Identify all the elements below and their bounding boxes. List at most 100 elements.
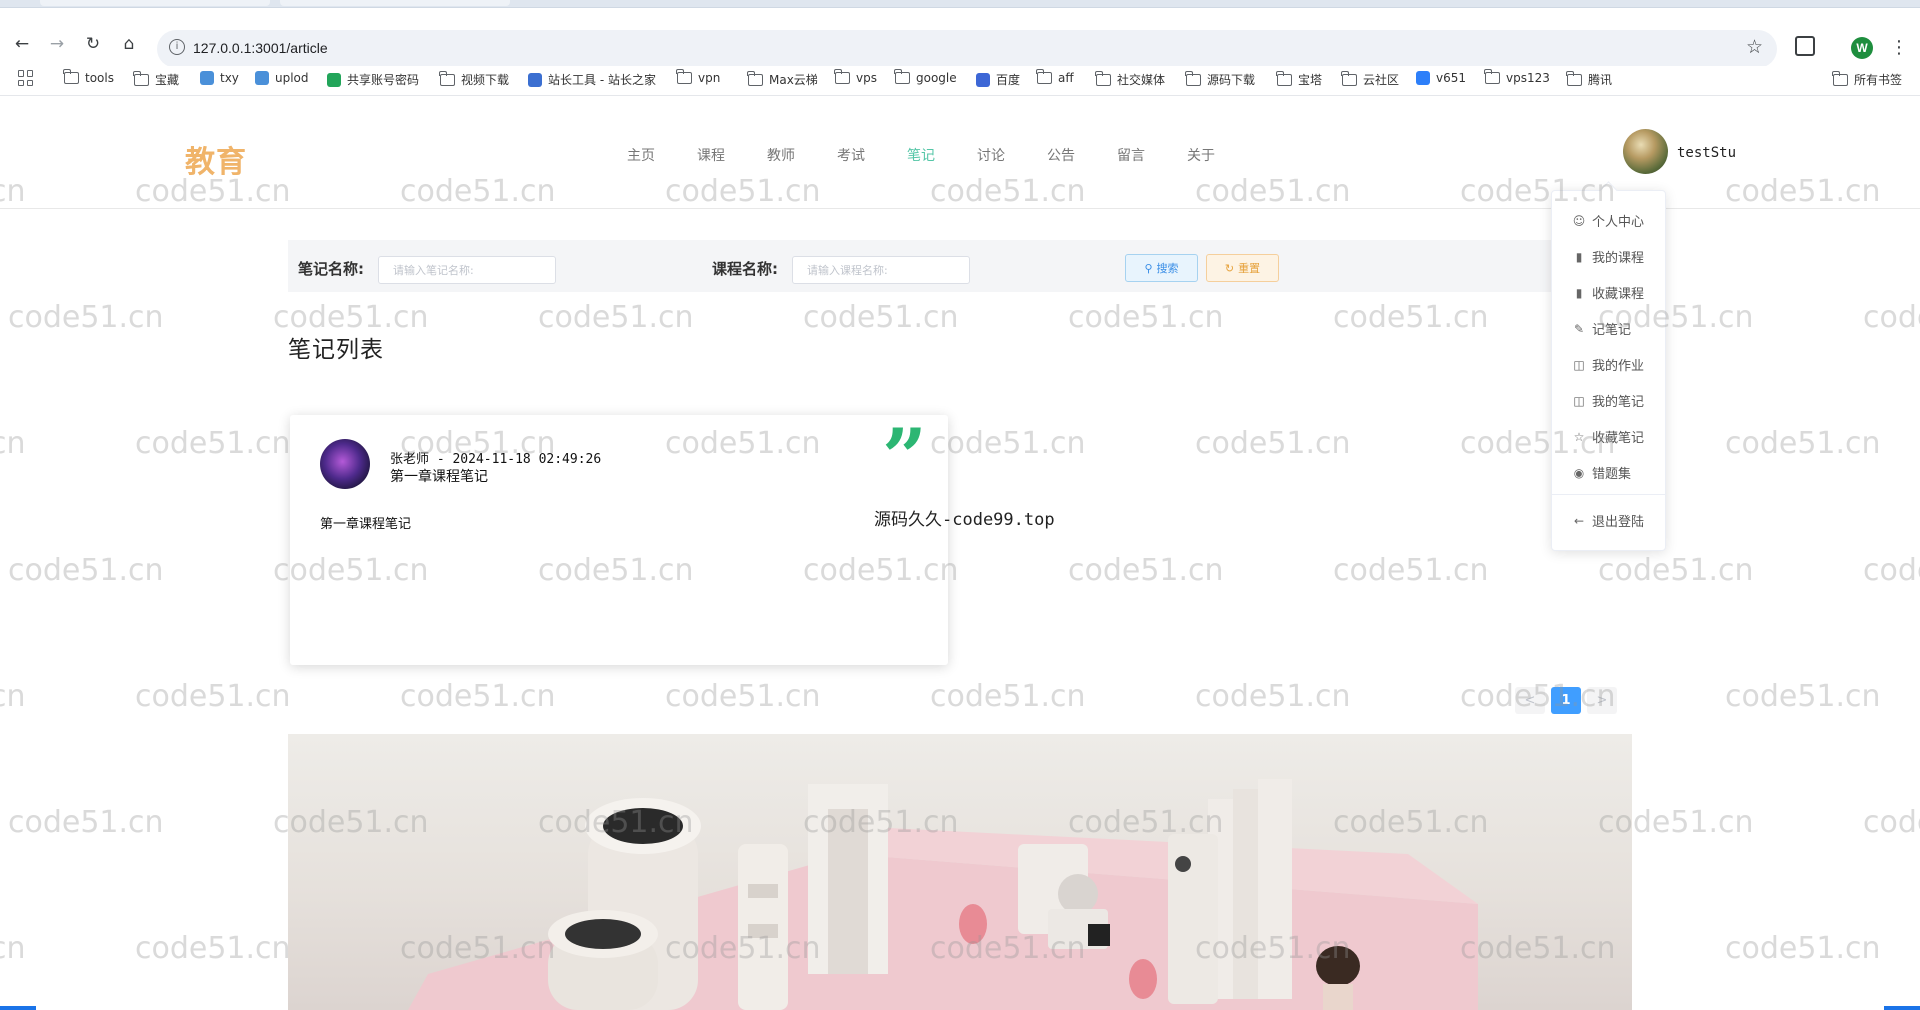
bookmark-item[interactable]: 源码下载 (1185, 70, 1255, 88)
prev-page-button[interactable]: < (1515, 687, 1545, 714)
site-info-icon[interactable]: i (169, 39, 185, 55)
watermark-text: code51.cn (1598, 553, 1754, 588)
home-icon[interactable]: ⌂ (118, 33, 140, 55)
bookmark-item[interactable]: 站长工具 - 站长之家 (528, 71, 656, 88)
nav-item[interactable]: 公告 (1026, 145, 1096, 165)
watermark-text: code51.cn (1195, 679, 1351, 714)
nav-item[interactable]: 关于 (1166, 145, 1236, 165)
all-bookmarks-button[interactable]: 所有书签 (1832, 70, 1903, 88)
book-icon: ▮ (1575, 285, 1583, 300)
bookmark-item[interactable]: 腾讯 (1566, 70, 1612, 88)
user-avatar[interactable] (1623, 129, 1668, 174)
menu-item-label: 个人中心 (1592, 215, 1645, 230)
bookmark-item[interactable]: Max云梯 (747, 70, 818, 88)
reset-button[interactable]: ↻ 重置 (1206, 254, 1279, 282)
pencil-icon: ✎ (1573, 321, 1585, 336)
folder-icon (133, 70, 149, 86)
note-name-input[interactable] (378, 256, 556, 284)
menu-kebab-icon[interactable]: ⋮ (1890, 37, 1908, 58)
note-body: 第一章课程笔记 (320, 517, 412, 532)
bookmark-item[interactable]: aff (1036, 69, 1074, 85)
bookmark-label: 共享账号密码 (347, 73, 420, 87)
bookmark-item[interactable]: google (894, 69, 957, 85)
bookmark-label: 站长工具 - 站长之家 (548, 73, 656, 87)
notebook-icon: ◫ (1573, 393, 1585, 408)
menu-item-favorite-courses[interactable]: ▮ 收藏课程 (1572, 283, 1644, 303)
bookmark-label: aff (1058, 71, 1074, 85)
bookmark-item[interactable]: 视频下载 (439, 70, 510, 88)
folder-icon (1095, 70, 1111, 86)
bookmark-item[interactable]: 云社区 (1341, 70, 1400, 88)
bookmark-item[interactable]: vps123 (1484, 69, 1550, 85)
folder-icon (676, 69, 692, 84)
bookmark-label: 视频下载 (461, 73, 510, 87)
watermark-text: code51.cn (0, 931, 26, 966)
bookmark-star-icon[interactable]: ☆ (1746, 36, 1763, 58)
bookmark-item[interactable]: uplod (255, 71, 309, 85)
bookmark-label: vpn (698, 71, 721, 85)
profile-avatar[interactable]: W (1851, 37, 1873, 59)
bookmark-item[interactable]: 社交媒体 (1095, 70, 1165, 88)
watermark-text: code51.cn (8, 300, 164, 335)
bookmark-item[interactable]: 共享账号密码 (327, 71, 419, 88)
site-favicon-icon (200, 71, 214, 85)
note-meta: 张老师 - 2024-11-18 02:49:26 (390, 452, 602, 467)
bookmark-item[interactable]: v651 (1416, 71, 1466, 85)
username[interactable]: testStu (1677, 145, 1736, 161)
url-text[interactable]: 127.0.0.1:3001/article (193, 40, 328, 56)
menu-item-logout[interactable]: ← 退出登陆 (1572, 511, 1644, 531)
bookmark-item[interactable]: txy (200, 71, 239, 85)
bookmark-item[interactable]: 宝塔 (1276, 70, 1322, 88)
bookmark-item[interactable]: 宝藏 (133, 70, 179, 88)
tab-fragment[interactable] (40, 0, 270, 6)
menu-item-my-notes[interactable]: ◫ 我的笔记 (1572, 391, 1644, 411)
apps-grid-icon[interactable] (18, 70, 34, 86)
bookmark-item[interactable]: 百度 (976, 71, 1020, 88)
site-favicon-icon (528, 72, 542, 87)
course-name-input[interactable] (792, 256, 970, 284)
bookmark-label: 云社区 (1363, 73, 1400, 87)
nav-item[interactable]: 留言 (1096, 145, 1166, 165)
menu-item-take-notes[interactable]: ✎ 记笔记 (1572, 319, 1631, 339)
address-bar[interactable]: i 127.0.0.1:3001/article ☆ (157, 30, 1777, 68)
watermark-text: code51.cn (1068, 553, 1224, 588)
watermark-text: code51.cn (1195, 426, 1351, 461)
bookmark-label: tools (85, 71, 114, 85)
bookmark-item[interactable]: vps (834, 69, 877, 85)
nav-item[interactable]: 讨论 (956, 145, 1026, 165)
watermark-text: code51.cn (8, 553, 164, 588)
nav-item[interactable]: 课程 (676, 145, 746, 165)
back-icon[interactable]: ← (11, 33, 33, 55)
menu-item-profile[interactable]: ☺ 个人中心 (1572, 211, 1645, 231)
bookmark-label: 所有书签 (1854, 73, 1903, 87)
refresh-icon: ↻ (1224, 261, 1235, 275)
menu-item-wrong-questions[interactable]: ◉ 错题集 (1572, 463, 1631, 483)
bookmark-item[interactable]: vpn (676, 69, 721, 85)
search-bar: 笔记名称: 课程名称: ⚲ 搜索 ↻ 重置 (288, 240, 1632, 292)
menu-item-label: 收藏笔记 (1592, 431, 1645, 446)
arrow-left-icon: ← (1573, 513, 1585, 528)
search-button[interactable]: ⚲ 搜索 (1125, 254, 1198, 282)
menu-item-favorite-notes[interactable]: ☆ 收藏笔记 (1572, 427, 1645, 447)
tab-fragment[interactable] (280, 0, 510, 6)
folder-icon (1566, 70, 1582, 86)
note-subtitle[interactable]: 第一章课程笔记 (390, 466, 488, 486)
quote-icon: ” (882, 412, 927, 503)
circle-icon: ◉ (1573, 465, 1585, 480)
star-icon: ☆ (1573, 429, 1585, 444)
extensions-icon[interactable] (1795, 36, 1815, 56)
site-logo[interactable]: 教育 (185, 137, 247, 181)
next-page-button[interactable]: > (1587, 687, 1617, 714)
nav-item[interactable]: 主页 (606, 145, 676, 165)
reload-icon[interactable]: ↻ (82, 33, 104, 55)
menu-item-my-courses[interactable]: ▮ 我的课程 (1572, 247, 1644, 267)
folder-icon (834, 69, 850, 84)
forward-icon[interactable]: → (46, 33, 68, 55)
nav-item[interactable]: 笔记 (886, 145, 956, 165)
nav-item[interactable]: 考试 (816, 145, 886, 165)
nav-item[interactable]: 教师 (746, 145, 816, 165)
menu-item-my-homework[interactable]: ◫ 我的作业 (1572, 355, 1644, 375)
note-card[interactable]: 张老师 - 2024-11-18 02:49:26 第一章课程笔记 第一章课程笔… (290, 415, 948, 665)
bookmark-item[interactable]: tools (63, 69, 114, 85)
page-1-button[interactable]: 1 (1551, 687, 1581, 714)
